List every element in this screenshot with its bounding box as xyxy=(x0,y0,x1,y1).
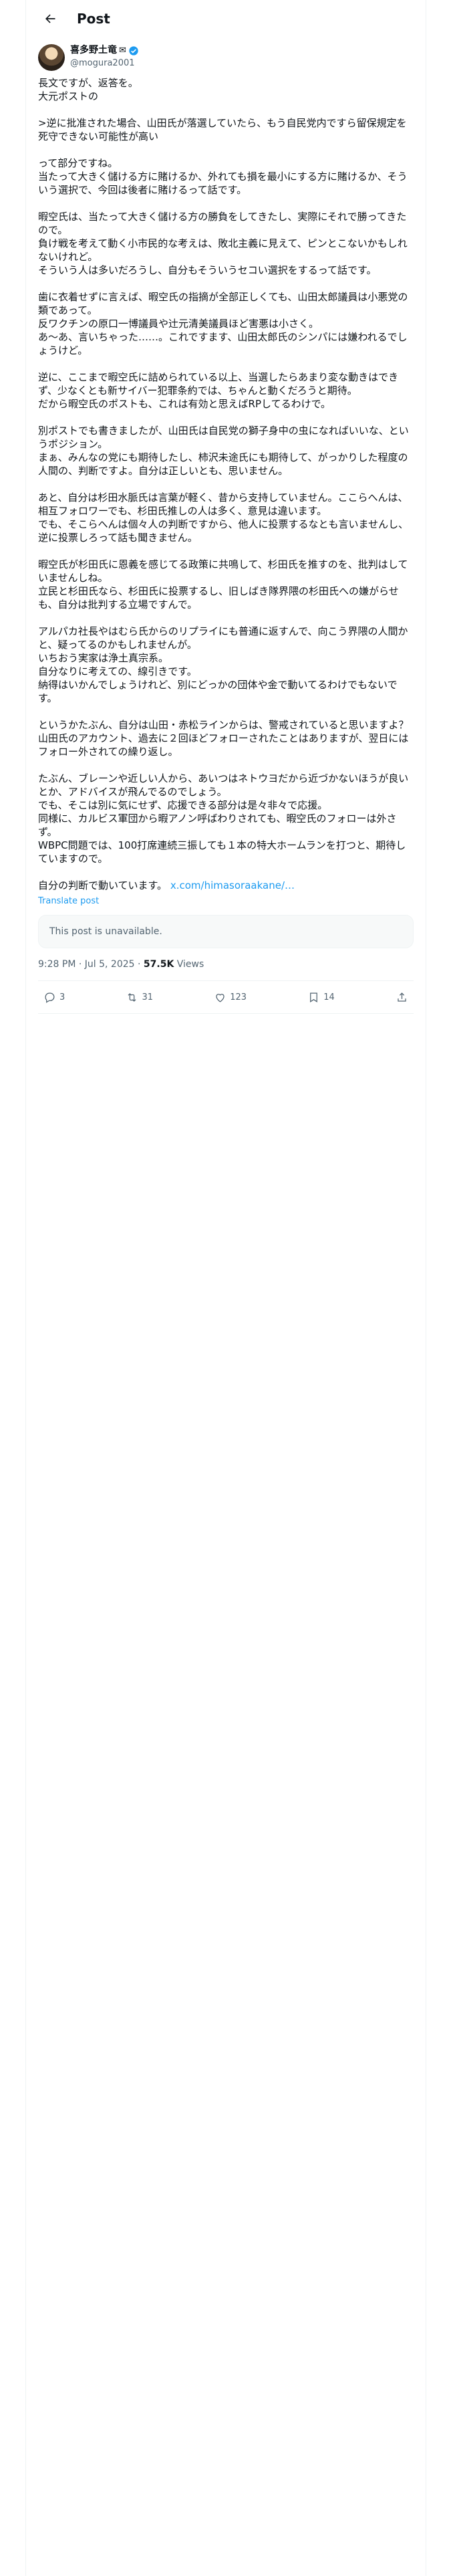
post-meta: 9:28 PM · Jul 5, 2025 · 57.5K Views xyxy=(26,948,426,980)
tweet-text: 長文ですが、返答を。 大元ポストの >逆に批准された場合、山田氏が落選していたら… xyxy=(38,77,409,891)
repost-count: 31 xyxy=(142,992,154,1002)
tweet-link[interactable]: x.com/himasoraakane/… xyxy=(170,879,295,891)
mail-icon: ✉ xyxy=(119,45,126,56)
top-bar: Post xyxy=(26,0,426,37)
share-button[interactable] xyxy=(396,991,408,1004)
reply-count: 3 xyxy=(59,992,65,1002)
unavailable-text: This post is unavailable. xyxy=(49,926,162,937)
meta-separator: · xyxy=(134,959,144,970)
repost-button[interactable]: 31 xyxy=(126,991,153,1004)
page-title: Post xyxy=(77,11,110,27)
main-column: Post 喜多野土竜 ✉ @mogura2001 長文ですが、返答を。 大元ポス… xyxy=(25,0,426,2576)
share-icon xyxy=(398,992,406,1002)
back-arrow-icon xyxy=(45,14,55,23)
author-block: 喜多野土竜 ✉ @mogura2001 xyxy=(26,37,426,76)
verified-badge-icon xyxy=(129,45,138,56)
back-button[interactable] xyxy=(38,7,62,31)
views-label: Views xyxy=(174,959,204,970)
bookmark-icon xyxy=(310,992,318,1002)
author-handle[interactable]: @mogura2001 xyxy=(70,57,139,70)
avatar[interactable] xyxy=(38,44,65,71)
action-bar: 3 31 123 14 xyxy=(26,981,426,1013)
divider xyxy=(38,1013,414,1014)
post-time[interactable]: 9:28 PM · Jul 5, 2025 xyxy=(38,959,135,970)
like-count: 123 xyxy=(230,992,247,1002)
translate-link[interactable]: Translate post xyxy=(26,892,426,907)
like-icon xyxy=(216,993,224,1002)
bookmark-count: 14 xyxy=(323,992,335,1002)
like-button[interactable]: 123 xyxy=(214,991,247,1004)
reply-button[interactable]: 3 xyxy=(43,991,65,1004)
quoted-post-unavailable: This post is unavailable. xyxy=(38,915,414,948)
views-count: 57.5K xyxy=(143,959,174,970)
repost-icon xyxy=(128,992,136,1002)
author-name[interactable]: 喜多野土竜 xyxy=(70,44,117,57)
reply-icon xyxy=(45,992,55,1003)
bookmark-button[interactable]: 14 xyxy=(307,991,335,1004)
